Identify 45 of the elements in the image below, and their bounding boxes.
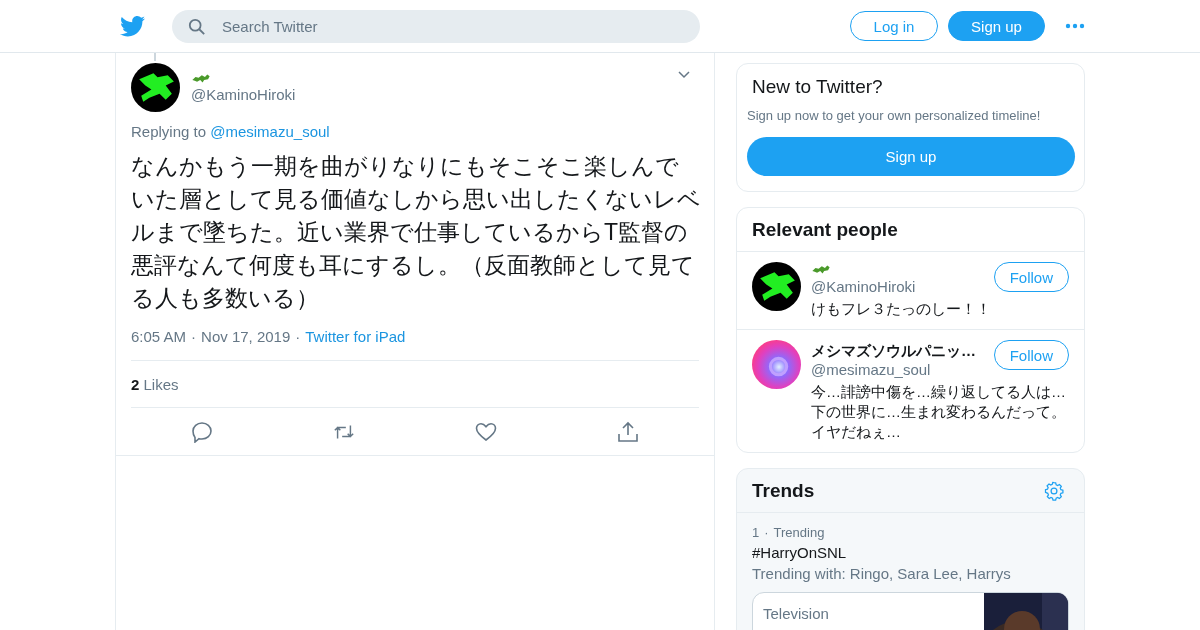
bird-logo-icon[interactable]: [120, 15, 145, 37]
card-title: Trends: [751, 479, 816, 503]
user-handle[interactable]: @KaminoHiroki: [191, 85, 667, 103]
user-bio: けもフレ３たっのしー！！: [811, 299, 992, 319]
user-bio: 今…誹謗中傷を…繰り返してる人は…下の世界に…生まれ変わるんだって。イヤだねぇ…: [811, 382, 1067, 442]
tweet-text: なんかもう一期を曲がりなりにもそこそこ楽しんでいた層として見る価値なしから思い出したくないレベルまで墜ちた。近い業界で仕事しているからT監督の悪評なんて何度も耳にするし。（反面教師として見てる人も多数いる）: [131, 152, 701, 313]
login-button[interactable]: Log in: [850, 11, 938, 41]
trend-hashtag[interactable]: #HarryOnSNL: [752, 544, 1069, 561]
more-icon[interactable]: [1065, 23, 1085, 29]
likes-label: Likes: [143, 376, 179, 393]
crocodile-icon: [191, 72, 211, 84]
mention-link[interactable]: @mesimazu_soul: [210, 123, 330, 140]
follow-button[interactable]: Follow: [993, 340, 1069, 370]
trend-rank: 1: [752, 525, 760, 540]
trending-with: Trending with: Ringo, Sara Lee, Harrys: [752, 565, 1012, 582]
user-handle[interactable]: @KaminoHiroki: [811, 278, 916, 295]
chevron-down-icon[interactable]: [678, 71, 690, 79]
tweet-date: Nov 17, 2019: [201, 328, 291, 345]
likes-count: 2: [131, 376, 140, 393]
signup-button[interactable]: Sign up: [948, 11, 1045, 41]
source-link[interactable]: Twitter for iPad: [305, 328, 406, 345]
separator-dot: ·: [295, 328, 301, 345]
share-icon[interactable]: [617, 421, 639, 443]
user-handle[interactable]: @mesimazu_soul: [811, 361, 976, 378]
reply-icon[interactable]: [191, 421, 213, 443]
card-title: New to Twitter?: [752, 76, 884, 98]
crocodile-icon: [811, 264, 831, 275]
news-category: Television: [762, 604, 830, 624]
tweet-time: 6:05 AM: [131, 328, 187, 345]
follow-button[interactable]: Follow: [993, 262, 1069, 292]
heart-icon[interactable]: [475, 421, 497, 443]
signup-button[interactable]: Sign up: [747, 137, 1075, 176]
search-field[interactable]: Search Twitter: [172, 9, 700, 43]
settings-icon[interactable]: [1044, 480, 1064, 501]
card-title: Relevant people: [737, 208, 1084, 252]
avatar[interactable]: [131, 63, 180, 112]
signup-subtitle: Sign up now to get your own personalized timeline!: [747, 108, 1042, 123]
separator-dot: ·: [764, 525, 769, 540]
avatar[interactable]: [752, 262, 801, 311]
search-icon: [188, 17, 206, 36]
news-card[interactable]: Television: [752, 592, 1069, 630]
user-name[interactable]: メシマズソウルパニッ…: [811, 342, 976, 361]
trend-label: Trending: [773, 525, 825, 540]
replying-label: Replying to: [131, 123, 207, 140]
separator-dot: ·: [191, 328, 197, 345]
